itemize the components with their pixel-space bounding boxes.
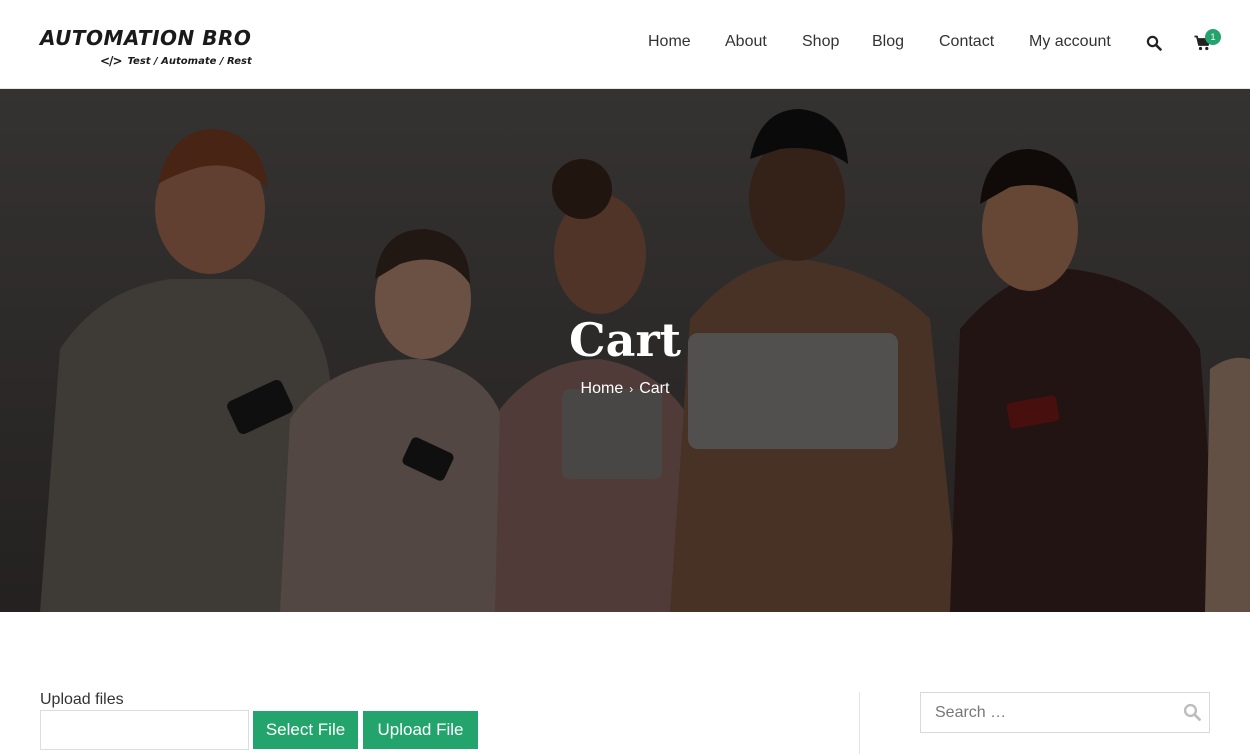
nav-home[interactable]: Home — [648, 33, 691, 51]
upload-files-label: Upload files — [40, 691, 124, 708]
breadcrumb-current: Cart — [639, 380, 670, 397]
logo-tagline-text: Test / Automate / Rest — [127, 55, 252, 67]
sidebar-divider — [859, 692, 860, 754]
site-header: AUTOMATION BRO </> Test / Automate / Res… — [0, 0, 1250, 89]
chevron-right-icon: › — [629, 382, 634, 396]
nav-contact[interactable]: Contact — [939, 33, 994, 51]
nav-about[interactable]: About — [725, 33, 767, 51]
upload-file-button[interactable]: Upload File — [363, 711, 478, 749]
select-file-button[interactable]: Select File — [253, 711, 358, 749]
search-icon[interactable] — [1146, 35, 1162, 56]
nav-shop[interactable]: Shop — [802, 33, 839, 51]
breadcrumb-home[interactable]: Home — [581, 380, 624, 397]
nav-blog[interactable]: Blog — [872, 33, 904, 51]
cart-count-badge: 1 — [1205, 29, 1221, 45]
nav-my-account[interactable]: My account — [1029, 33, 1111, 51]
sidebar-search — [920, 692, 1210, 733]
page-hero: Cart Home › Cart — [0, 89, 1250, 612]
logo-tagline: </> Test / Automate / Rest — [100, 54, 252, 68]
search-input[interactable] — [921, 693, 1171, 732]
breadcrumb: Home › Cart — [0, 380, 1250, 398]
code-icon: </> — [100, 54, 122, 68]
search-submit-icon[interactable] — [1183, 703, 1201, 726]
cart-icon[interactable]: 1 — [1194, 29, 1221, 56]
main-nav: Home About Shop Blog Contact My account … — [0, 29, 1250, 56]
file-input-field[interactable] — [40, 710, 249, 750]
page-title: Cart — [569, 313, 681, 367]
